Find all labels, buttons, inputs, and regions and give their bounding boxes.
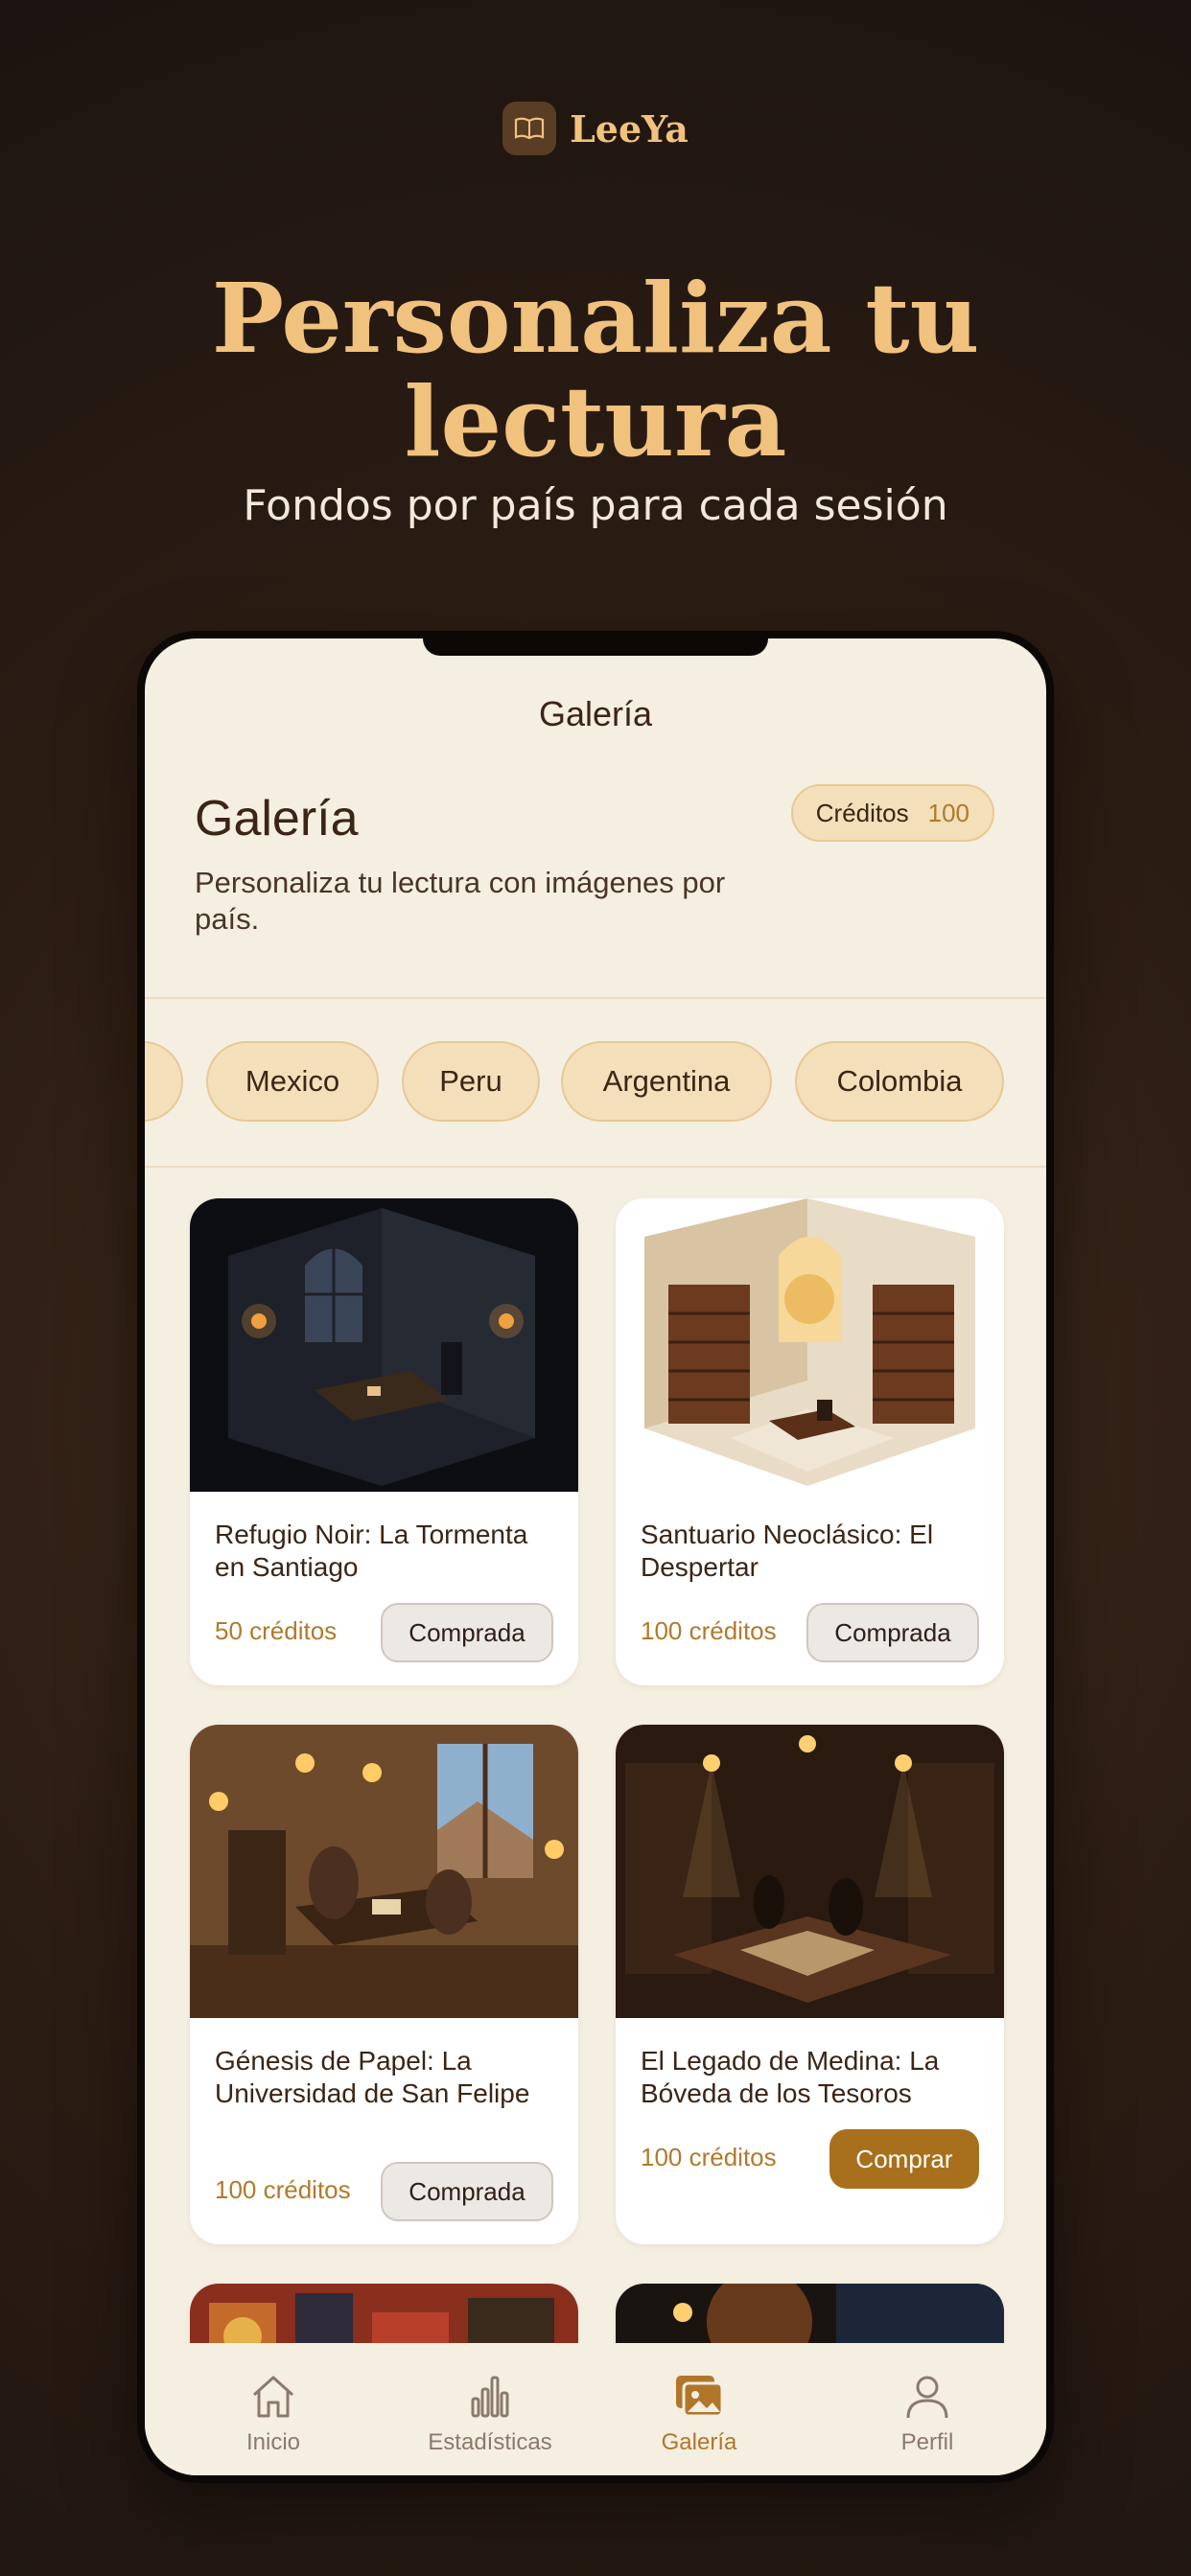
card-title: Refugio Noir: La Tormenta en Santiago	[215, 1520, 528, 1582]
tab-label: Galería	[661, 2429, 737, 2455]
gallery-card[interactable]: Santuario Neoclásico: El Despertar 100 c…	[616, 1198, 1004, 1685]
phone-frame: Galería Galería Personaliza tu lectura c…	[137, 631, 1054, 2483]
tab-estadisticas[interactable]: Estadísticas	[404, 2372, 576, 2456]
card-image-vault	[616, 1725, 1004, 2018]
hero-title-line2: lectura	[404, 365, 787, 478]
tab-bar: Inicio Estadísticas Galería Perfil	[145, 2343, 1046, 2475]
page-title: Galería	[195, 791, 359, 847]
gallery-card[interactable]: Refugio Noir: La Tormenta en Santiago 50…	[190, 1198, 578, 1685]
gallery-card[interactable]: Génesis de Papel: La Universidad de San …	[190, 1725, 578, 2244]
card-image-noir	[190, 1198, 578, 1492]
brand-name: LeeYa	[570, 106, 689, 151]
credits-value: 100	[927, 798, 969, 827]
country-filter: Mexico Peru Argentina Colombia	[145, 997, 1046, 1168]
user-icon	[906, 2376, 948, 2419]
phone-notch	[423, 638, 768, 656]
country-chip-colombia[interactable]: Colombia	[795, 1041, 1004, 1122]
country-chip-peru[interactable]: Peru	[402, 1041, 540, 1122]
hero-title: Personaliza tu lectura	[0, 267, 1191, 474]
tab-label: Perfil	[900, 2429, 954, 2455]
book-icon	[502, 102, 557, 155]
nav-title: Galería	[538, 694, 653, 733]
country-chip-argentina[interactable]: Argentina	[561, 1041, 772, 1122]
credits-badge: Créditos 100	[790, 784, 994, 842]
tab-galeria[interactable]: Galería	[642, 2372, 757, 2456]
owned-button[interactable]: Comprada	[381, 2162, 553, 2221]
hero-subtitle: Fondos por país para cada sesión	[243, 481, 948, 530]
page-description: Personaliza tu lectura con imágenes por …	[195, 866, 726, 936]
card-price: 100 créditos	[641, 1616, 777, 1645]
country-chip-mexico[interactable]: Mexico	[206, 1041, 379, 1122]
home-icon	[252, 2376, 294, 2418]
card-price: 100 créditos	[641, 2143, 777, 2171]
tab-perfil[interactable]: Perfil	[870, 2372, 985, 2456]
card-title: Génesis de Papel: La Universidad de San …	[215, 2046, 530, 2108]
tab-label: Estadísticas	[428, 2429, 552, 2455]
tab-inicio[interactable]: Inicio	[216, 2372, 331, 2456]
tab-label: Inicio	[245, 2429, 301, 2455]
country-chip-partial[interactable]	[145, 1041, 183, 1122]
card-image-neoclassical	[616, 1198, 1004, 1492]
card-title: Santuario Neoclásico: El Despertar	[641, 1520, 934, 1582]
gallery-card[interactable]: El Legado de Medina: La Bóveda de los Te…	[616, 1725, 1004, 2244]
owned-button[interactable]: Comprada	[806, 1603, 979, 1662]
hero-title-line1: Personaliza tu	[211, 262, 980, 375]
owned-button[interactable]: Comprada	[381, 1603, 553, 1662]
gallery-icon	[676, 2376, 724, 2418]
card-price: 100 créditos	[215, 2175, 351, 2204]
card-image-monks	[190, 1725, 578, 2018]
brand-header: LeeYa	[0, 102, 1191, 155]
credits-label: Créditos	[815, 798, 909, 827]
card-price: 50 créditos	[215, 1616, 338, 1645]
phone-screen: Galería Galería Personaliza tu lectura c…	[145, 638, 1046, 2475]
card-title: El Legado de Medina: La Bóveda de los Te…	[641, 2046, 940, 2108]
buy-button[interactable]: Comprar	[829, 2129, 979, 2189]
bar-chart-icon	[471, 2376, 509, 2418]
